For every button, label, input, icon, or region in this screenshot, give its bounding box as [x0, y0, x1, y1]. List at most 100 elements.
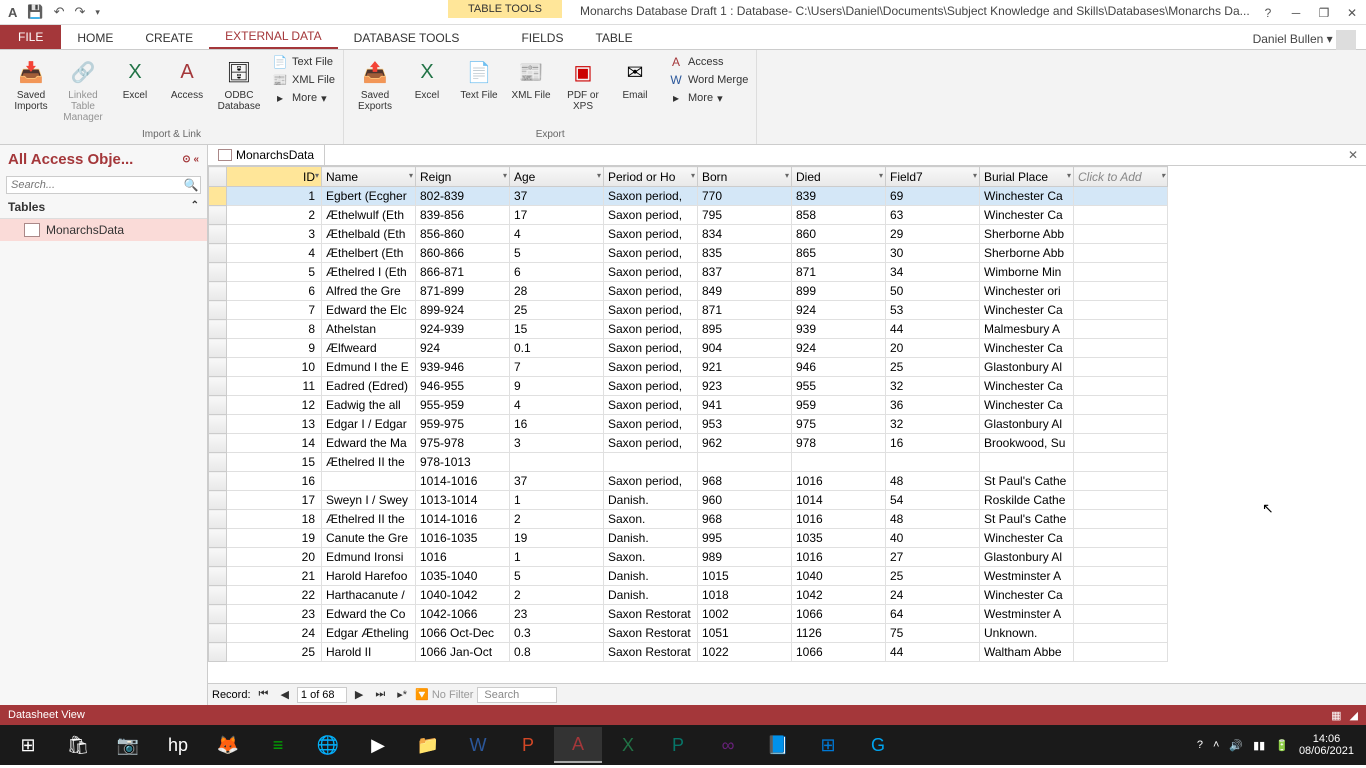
- cell[interactable]: [604, 453, 698, 472]
- cell[interactable]: Waltham Abbe: [980, 643, 1074, 662]
- cell[interactable]: 15: [227, 453, 322, 472]
- column-dropdown-icon[interactable]: ▾: [973, 171, 977, 180]
- table-row[interactable]: 11Eadred (Edred)946-9559Saxon period,923…: [209, 377, 1168, 396]
- column-header[interactable]: Click to Add▾: [1074, 167, 1168, 187]
- tab-database-tools[interactable]: DATABASE TOOLS: [338, 27, 476, 49]
- word-merge-button[interactable]: WWord Merge: [668, 72, 748, 88]
- cell[interactable]: Westminster A: [980, 605, 1074, 624]
- cell[interactable]: 5: [510, 567, 604, 586]
- cell[interactable]: Winchester Ca: [980, 339, 1074, 358]
- table-row[interactable]: 5Æthelred I (Eth866-8716Saxon period,837…: [209, 263, 1168, 282]
- cell[interactable]: Westminster A: [980, 567, 1074, 586]
- user-name[interactable]: Daniel Bullen ▾: [1253, 30, 1356, 50]
- row-selector[interactable]: [209, 187, 227, 206]
- cell[interactable]: Saxon period,: [604, 434, 698, 453]
- cell[interactable]: Sweyn I / Swey: [322, 491, 416, 510]
- cell[interactable]: [1074, 510, 1168, 529]
- table-row[interactable]: 19Canute the Gre1016-103519Danish.995103…: [209, 529, 1168, 548]
- cell[interactable]: 11: [227, 377, 322, 396]
- record-pos-input[interactable]: [297, 687, 347, 703]
- row-selector[interactable]: [209, 586, 227, 605]
- tab-external-data[interactable]: EXTERNAL DATA: [209, 25, 337, 49]
- cell[interactable]: [1074, 225, 1168, 244]
- tray-clock[interactable]: 14:06 08/06/2021: [1299, 733, 1354, 757]
- row-selector[interactable]: [209, 206, 227, 225]
- cell[interactable]: 895: [698, 320, 792, 339]
- table-row[interactable]: 10Edmund I the E939-9467Saxon period,921…: [209, 358, 1168, 377]
- column-dropdown-icon[interactable]: ▾: [503, 171, 507, 180]
- cell[interactable]: Winchester ori: [980, 282, 1074, 301]
- cell[interactable]: 5: [510, 244, 604, 263]
- row-selector[interactable]: [209, 510, 227, 529]
- cell[interactable]: [1074, 434, 1168, 453]
- cell[interactable]: 1016-1035: [416, 529, 510, 548]
- table-row[interactable]: 9Ælfweard9240.1Saxon period,90492420Winc…: [209, 339, 1168, 358]
- cell[interactable]: 27: [886, 548, 980, 567]
- cell[interactable]: 20: [227, 548, 322, 567]
- cell[interactable]: 1015: [698, 567, 792, 586]
- table-row[interactable]: 12Eadwig the all955-9594Saxon period,941…: [209, 396, 1168, 415]
- cell[interactable]: 871: [698, 301, 792, 320]
- cell[interactable]: 54: [886, 491, 980, 510]
- cell[interactable]: 37: [510, 187, 604, 206]
- cell[interactable]: 28: [510, 282, 604, 301]
- cell[interactable]: Ælfweard: [322, 339, 416, 358]
- column-header[interactable]: ID▾: [227, 167, 322, 187]
- taskbar-word[interactable]: W: [454, 727, 502, 763]
- cell[interactable]: Sherborne Abb: [980, 225, 1074, 244]
- close-icon[interactable]: ✕: [1338, 0, 1366, 25]
- cell[interactable]: Unknown.: [980, 624, 1074, 643]
- cell[interactable]: 3: [227, 225, 322, 244]
- cell[interactable]: 2: [510, 586, 604, 605]
- cell[interactable]: 50: [886, 282, 980, 301]
- cell[interactable]: Alfred the Gre: [322, 282, 416, 301]
- cell[interactable]: Glastonbury Al: [980, 358, 1074, 377]
- cell[interactable]: Saxon period,: [604, 396, 698, 415]
- cell[interactable]: Danish.: [604, 586, 698, 605]
- cell[interactable]: [1074, 377, 1168, 396]
- cell[interactable]: [1074, 472, 1168, 491]
- cell[interactable]: [1074, 624, 1168, 643]
- import-more-button[interactable]: ▸More ▾: [272, 90, 335, 106]
- export-text-button[interactable]: 📄Text File: [456, 54, 502, 114]
- cell[interactable]: 1018: [698, 586, 792, 605]
- column-dropdown-icon[interactable]: ▾: [879, 171, 883, 180]
- taskbar-firefox[interactable]: 🦊: [204, 727, 252, 763]
- row-selector[interactable]: [209, 358, 227, 377]
- table-row[interactable]: 1Egbert (Ecgher802-83937Saxon period,770…: [209, 187, 1168, 206]
- cell[interactable]: Saxon period,: [604, 415, 698, 434]
- cell[interactable]: 4: [227, 244, 322, 263]
- cell[interactable]: [1074, 415, 1168, 434]
- cell[interactable]: Saxon period,: [604, 263, 698, 282]
- cell[interactable]: Edward the Elc: [322, 301, 416, 320]
- cell[interactable]: 24: [886, 586, 980, 605]
- cell[interactable]: 1066 Jan-Oct: [416, 643, 510, 662]
- cell[interactable]: Brookwood, Su: [980, 434, 1074, 453]
- cell[interactable]: 16: [886, 434, 980, 453]
- taskbar-hp[interactable]: hp: [154, 727, 202, 763]
- saved-imports-button[interactable]: 📥Saved Imports: [8, 54, 54, 125]
- cell[interactable]: 29: [886, 225, 980, 244]
- view-datasheet-icon[interactable]: ▦: [1331, 709, 1341, 722]
- cell[interactable]: 770: [698, 187, 792, 206]
- column-dropdown-icon[interactable]: ▾: [409, 171, 413, 180]
- restore-icon[interactable]: ❐: [1310, 0, 1338, 25]
- cell[interactable]: 968: [698, 472, 792, 491]
- record-prev-icon[interactable]: ◀: [276, 688, 292, 701]
- row-selector-header[interactable]: [209, 167, 227, 187]
- row-selector[interactable]: [209, 434, 227, 453]
- cell[interactable]: Winchester Ca: [980, 206, 1074, 225]
- tray-help-icon[interactable]: ?: [1197, 739, 1203, 751]
- cell[interactable]: 22: [227, 586, 322, 605]
- cell[interactable]: 69: [886, 187, 980, 206]
- column-header[interactable]: Age▾: [510, 167, 604, 187]
- cell[interactable]: 8: [227, 320, 322, 339]
- saved-exports-button[interactable]: 📤Saved Exports: [352, 54, 398, 114]
- table-row[interactable]: 17Sweyn I / Swey1013-10141Danish.9601014…: [209, 491, 1168, 510]
- cell[interactable]: Canute the Gre: [322, 529, 416, 548]
- cell[interactable]: 1014-1016: [416, 472, 510, 491]
- cell[interactable]: 939: [792, 320, 886, 339]
- cell[interactable]: 1: [510, 548, 604, 567]
- cell[interactable]: Winchester Ca: [980, 377, 1074, 396]
- cell[interactable]: 1013-1014: [416, 491, 510, 510]
